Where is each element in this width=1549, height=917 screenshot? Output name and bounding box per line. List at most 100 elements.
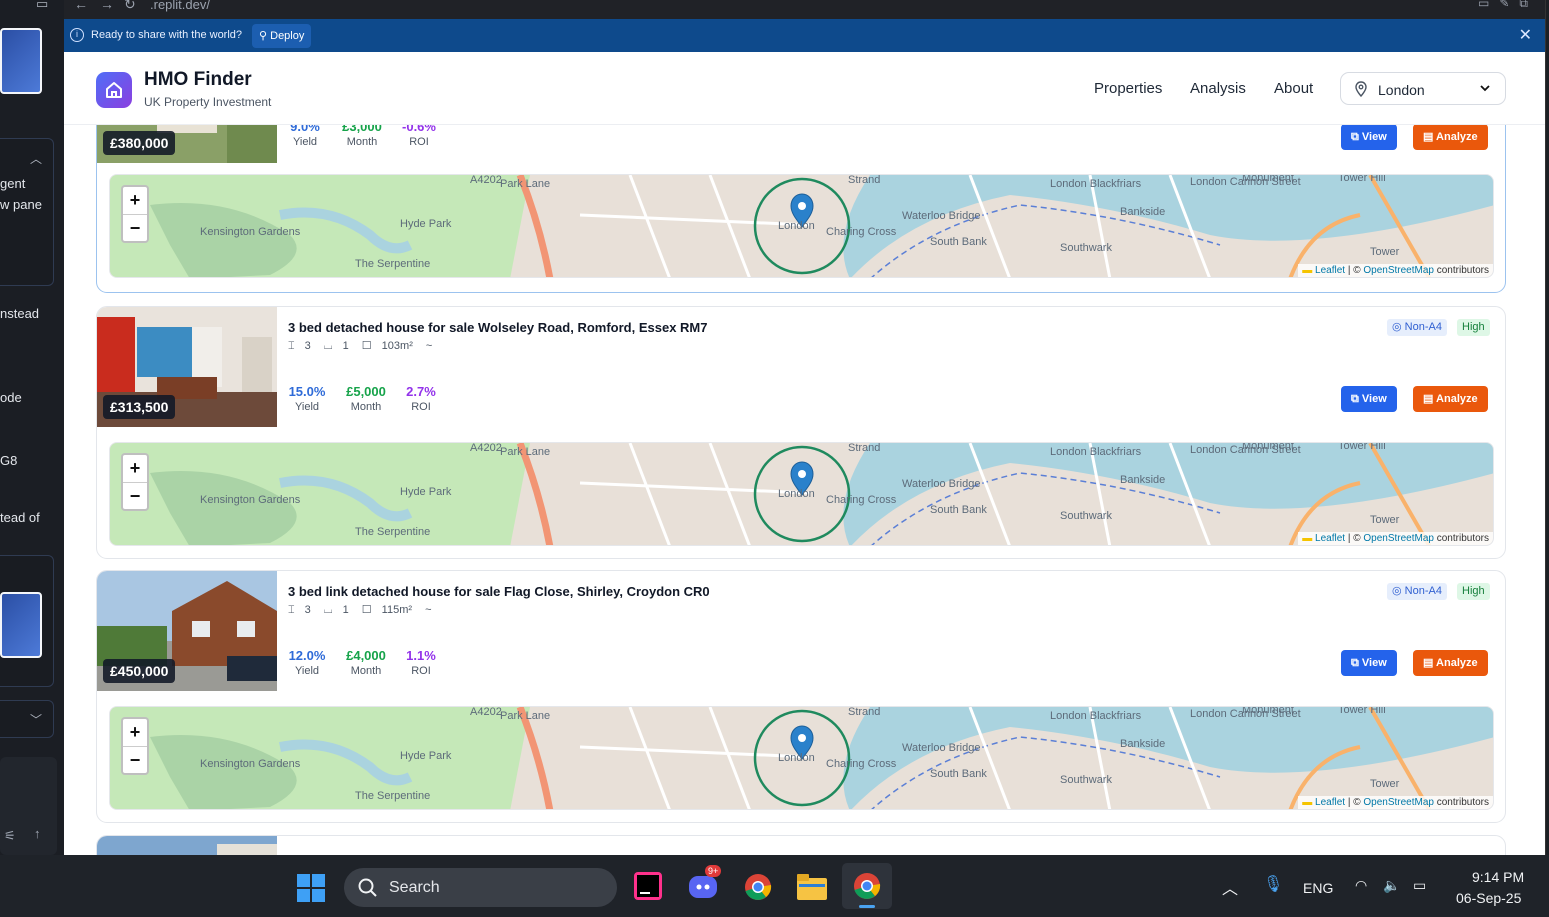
preview-thumbnail[interactable] [0, 592, 42, 658]
listing-title[interactable]: 3 bed link detached house for sale Flag … [288, 584, 710, 599]
search-icon [358, 878, 377, 897]
search-label: Search [389, 879, 440, 896]
analyze-button[interactable]: ▤ Analyze [1413, 124, 1488, 150]
taskbar-search[interactable]: Search [344, 868, 617, 907]
area-icon: ☐ [361, 604, 372, 616]
back-icon[interactable]: ← [74, 0, 88, 12]
location-select[interactable]: London [1340, 72, 1506, 105]
left-editor-pane: ▭ ︿ gent w pane nstead ode G8 tead of ﹀ … [0, 0, 64, 855]
leaflet-link[interactable]: Leaflet [1315, 797, 1345, 808]
analyze-button[interactable]: ▤ Analyze [1413, 386, 1488, 412]
snippet-text: w pane [0, 197, 42, 212]
map-place-label: London Blackfriars [1050, 710, 1142, 722]
brand-name[interactable]: HMO Finder [144, 69, 252, 91]
file-explorer-icon[interactable] [797, 874, 827, 905]
view-button[interactable]: ⧉ View [1341, 124, 1397, 150]
home-logo-icon[interactable] [96, 72, 132, 108]
discord-icon[interactable]: 9+ [689, 865, 722, 904]
intellij-icon[interactable] [634, 872, 662, 905]
collapse-chevron-icon[interactable]: ︿ [30, 150, 42, 167]
osm-link[interactable]: OpenStreetMap [1363, 265, 1434, 276]
send-arrow-icon[interactable]: ↑ [34, 826, 41, 841]
analyze-button[interactable]: ▤ Analyze [1413, 650, 1488, 676]
battery-icon[interactable]: ▭ [1413, 877, 1426, 894]
map-place-label: London Blackfriars [1050, 178, 1142, 190]
external-link-icon: ⧉ [1351, 131, 1362, 143]
property-map[interactable]: Kensington Gardens Hyde Park The Serpentin… [109, 442, 1494, 546]
calculator-icon: ▤ [1423, 657, 1437, 669]
tray-overflow-icon[interactable]: ︿ [1222, 875, 1238, 899]
map-place-label: Bankside [1120, 738, 1165, 750]
forward-icon[interactable]: → [100, 0, 114, 12]
property-photo[interactable]: £313,500 [97, 307, 277, 427]
microphone-icon[interactable]: 🎙 [1263, 874, 1283, 894]
view-button[interactable]: ⧉ View [1341, 386, 1397, 412]
snippet-text: ode [0, 390, 22, 405]
nav-properties[interactable]: Properties [1094, 80, 1162, 97]
settings-sliders-icon[interactable]: ⚟ [4, 828, 16, 844]
map-place-label: London [778, 752, 815, 764]
check-circle-icon: ◎ [1392, 321, 1405, 333]
map-place-label: Monument [1242, 443, 1294, 452]
property-map[interactable]: Kensington Gardens Hyde Park The Serpentin… [109, 706, 1494, 810]
beds-count: 3 [304, 340, 311, 352]
leaflet-link[interactable]: Leaflet [1315, 265, 1345, 276]
calculator-icon: ▤ [1423, 393, 1437, 405]
clock-date[interactable]: 06-Sep-25 [1456, 890, 1521, 906]
osm-link[interactable]: OpenStreetMap [1363, 533, 1434, 544]
map-place-label: Strand [848, 707, 880, 718]
zoom-control: + − [121, 717, 149, 775]
nav-about[interactable]: About [1274, 80, 1313, 97]
map-place-label: Park Lane [500, 710, 550, 722]
volume-icon[interactable]: 🔈 [1383, 877, 1400, 894]
price-badge: £313,500 [103, 395, 176, 419]
map-place-label: Tower [1370, 246, 1400, 258]
property-photo[interactable]: £450,000 [97, 571, 277, 691]
osm-link[interactable]: OpenStreetMap [1363, 797, 1434, 808]
property-map[interactable]: Kensington Gardens Hyde Park The Serpentin… [109, 174, 1494, 278]
map-place-label: Monument [1242, 707, 1294, 716]
nav-analysis[interactable]: Analysis [1190, 80, 1246, 97]
language-indicator[interactable]: ENG [1303, 880, 1333, 896]
map-place-label: Kensington Gardens [200, 494, 301, 506]
map-place-label: A4202 [470, 707, 502, 718]
roi-metric: 1.1% ROI [406, 648, 436, 677]
windows-start-icon[interactable] [297, 874, 326, 908]
listing-title[interactable]: 3 bed detached house for sale Wolseley R… [288, 320, 708, 335]
zoom-out-button[interactable]: − [123, 482, 147, 509]
check-circle-icon: ◎ [1392, 585, 1405, 597]
external-link-icon: ⧉ [1351, 393, 1362, 405]
url-text[interactable]: .replit.dev/ [150, 0, 210, 12]
deploy-button[interactable]: ⚲ Deploy [252, 24, 312, 48]
zoom-in-button[interactable]: + [123, 187, 147, 214]
chrome-active-icon[interactable] [842, 863, 892, 909]
baths-count: 1 [342, 604, 349, 616]
zoom-out-button[interactable]: − [123, 214, 147, 241]
dropdown-panel[interactable] [0, 700, 54, 738]
leaflet-link[interactable]: Leaflet [1315, 533, 1345, 544]
map-place-label: Bankside [1120, 206, 1165, 218]
chrome-icon[interactable] [744, 873, 772, 906]
zoom-out-button[interactable]: − [123, 746, 147, 773]
property-card: £313,500 3 bed detached house for sale W… [96, 306, 1506, 559]
preview-thumbnail[interactable] [0, 28, 42, 94]
rocket-icon: ⚲ [259, 30, 271, 42]
view-button[interactable]: ⧉ View [1341, 650, 1397, 676]
map-place-label: Charing Cross [826, 494, 897, 506]
snippet-text: nstead [0, 306, 40, 321]
zoom-in-button[interactable]: + [123, 719, 147, 746]
yield-metric: 15.0% Yield [288, 384, 326, 413]
snippet-text: tead of [0, 510, 40, 525]
clock-time[interactable]: 9:14 PM [1472, 869, 1524, 885]
hmo-finder-app: HMO Finder UK Property Investment Proper… [64, 52, 1545, 855]
chat-icon[interactable]: ▭ [36, 0, 48, 12]
wifi-icon[interactable]: ◠ [1355, 877, 1367, 894]
close-icon[interactable]: ✕ [1519, 25, 1532, 45]
toolbar-icons[interactable]: ▭✎⧉ [1478, 0, 1538, 11]
map-attribution: ▬ Leaflet | © OpenStreetMap contributors [1298, 264, 1493, 277]
property-photo[interactable] [97, 836, 277, 855]
chevron-down-icon[interactable]: ﹀ [30, 711, 42, 728]
reload-icon[interactable]: ↻ [124, 0, 136, 13]
zoom-in-button[interactable]: + [123, 455, 147, 482]
map-place-label: Strand [848, 175, 880, 186]
